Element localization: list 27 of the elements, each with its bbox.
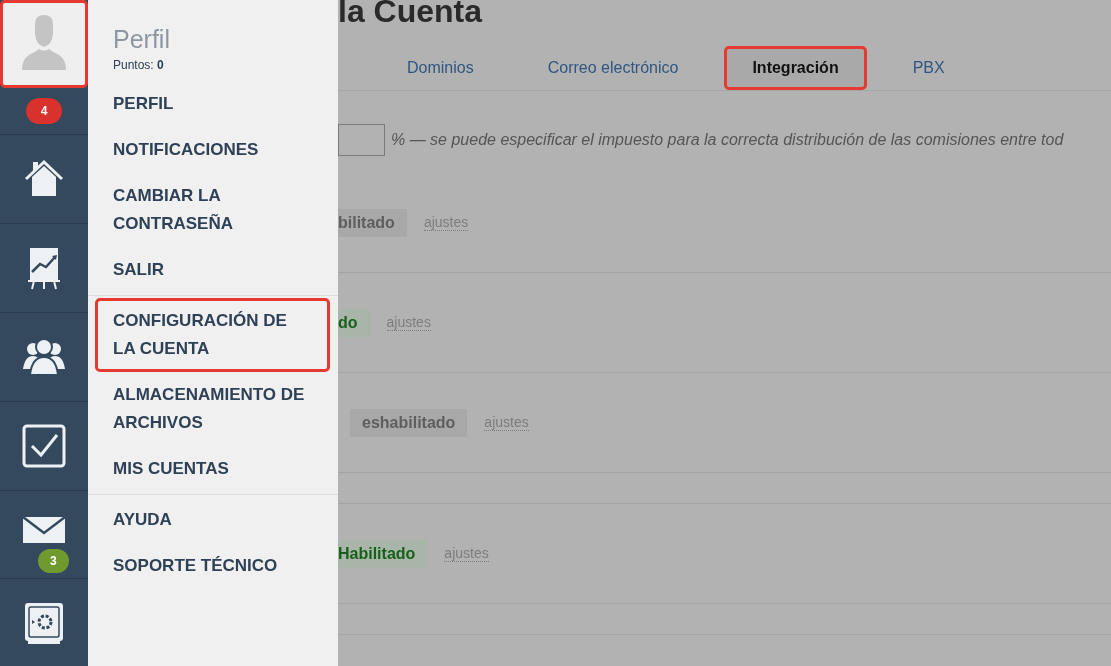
safe-icon[interactable] [22,601,66,645]
tab[interactable]: PBX [884,46,973,90]
tab[interactable]: Integración [724,46,867,90]
envelope-icon[interactable] [22,517,66,543]
points-text: Puntos: 0 [113,58,165,72]
menu-item[interactable]: SOPORTE TÉCNICO [88,543,338,589]
menu-item[interactable]: CAMBIAR LA CONTRASEÑA [88,173,338,247]
profile-title: Perfil [113,24,171,54]
tab[interactable]: Dominios [379,46,502,90]
checkbox-icon[interactable] [22,424,66,468]
status-label: do [338,308,370,337]
menu-item[interactable]: CONFIGURACIÓN DE LA CUENTA [95,298,330,372]
avatar-button[interactable] [0,0,88,88]
status-label: eshabilitado [350,408,468,437]
menu-item[interactable]: NOTIFICACIONES [88,127,338,173]
tax-input-field[interactable] [338,124,385,156]
menu-item[interactable]: SALIR [88,247,338,293]
menu-item[interactable]: PERFIL [88,81,338,127]
menu-item[interactable]: ALMACENAMIENTO DE ARCHIVOS [88,372,338,446]
count-badge: 3 [38,549,69,573]
tab[interactable]: Correo electrónico [519,46,707,90]
status-label: Habilitado [338,539,428,568]
menu-item[interactable]: MIS CUENTAS [88,446,338,492]
status-label: bilitado [338,208,407,237]
menu-item[interactable]: AYUDA [88,497,338,543]
tax-note: % — se puede especificar el impuesto para la correcta distribución de las comisiones entre tod [391,131,1064,149]
notification-badge: 4 [25,98,63,124]
